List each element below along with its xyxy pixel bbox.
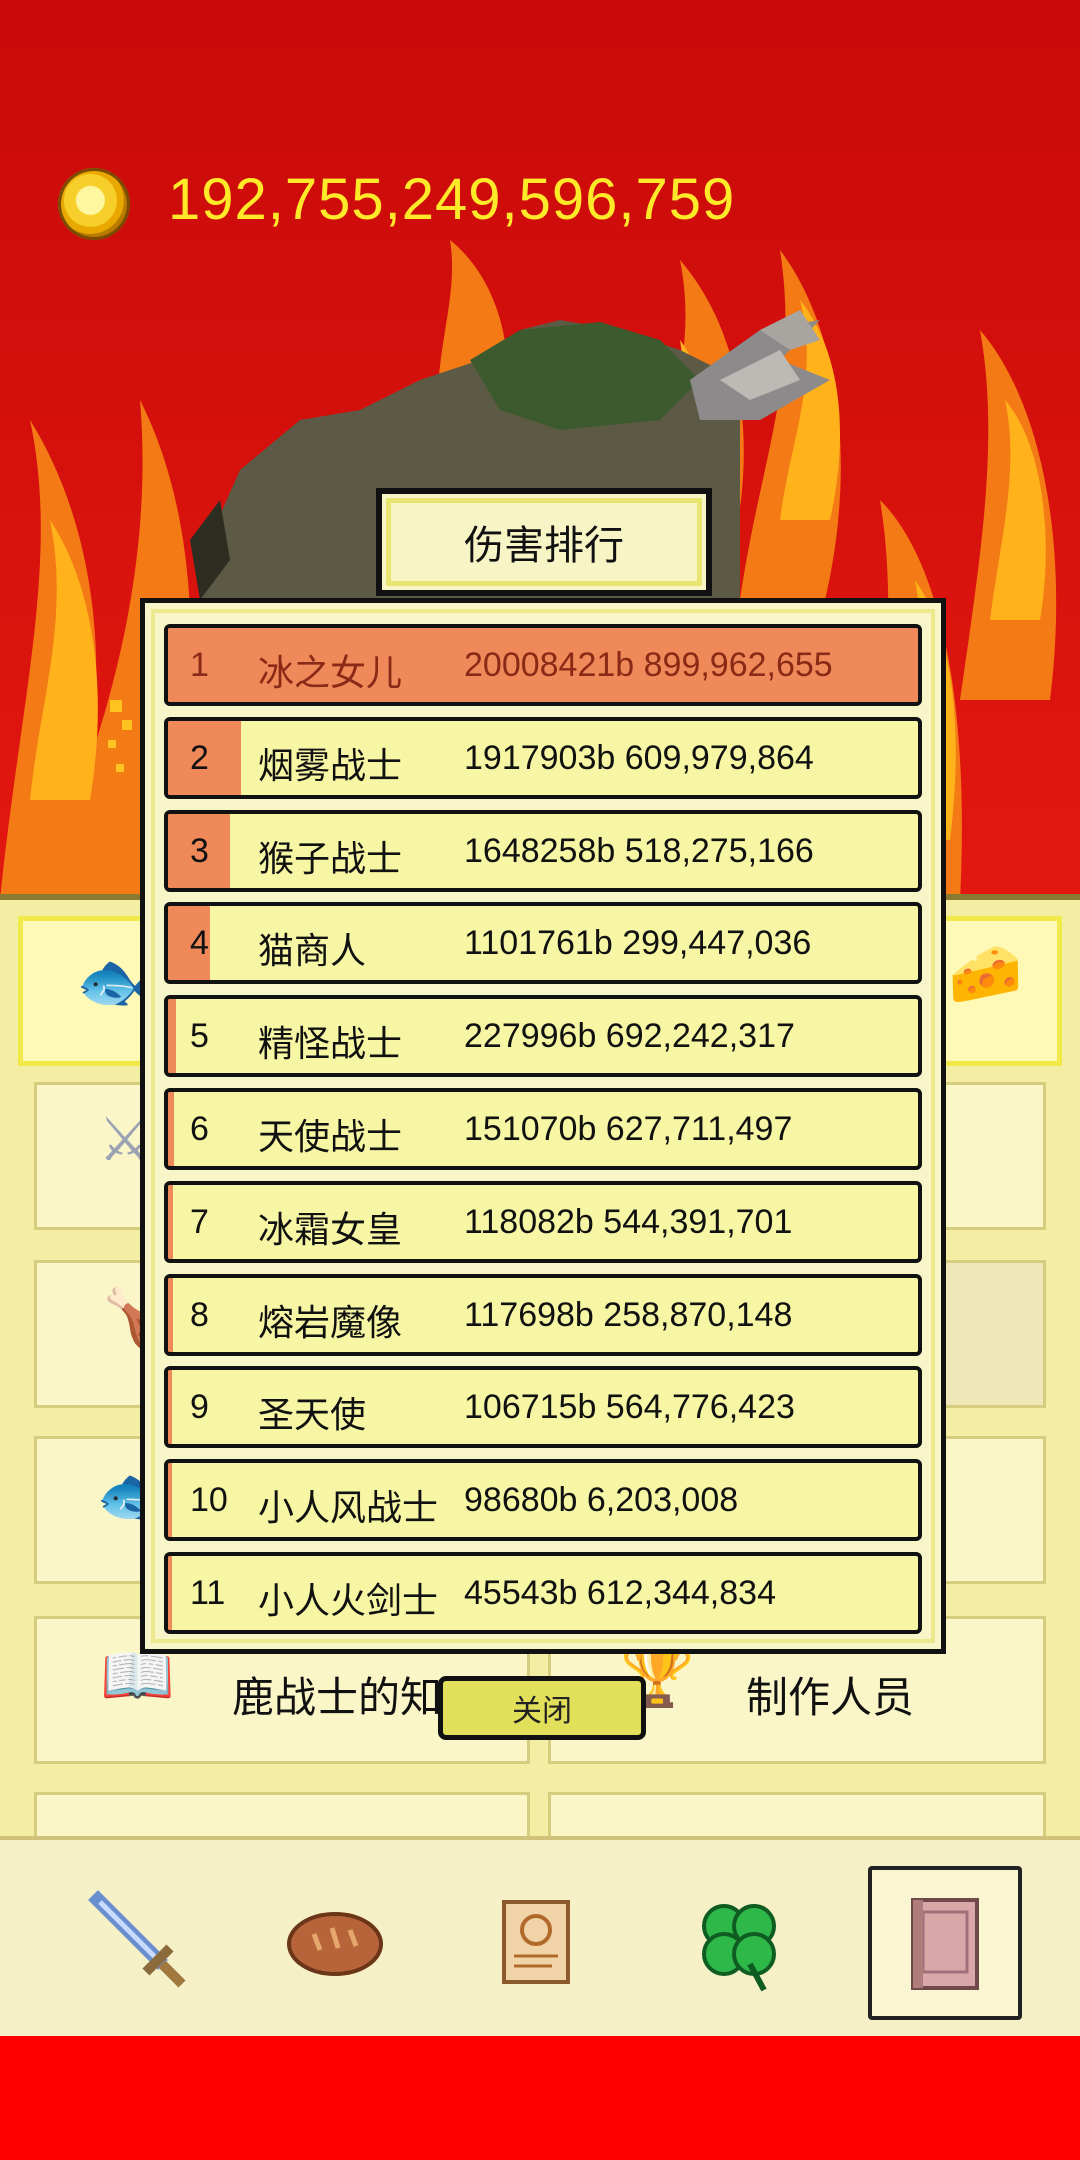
hero-name: 天使战士 — [258, 1117, 403, 1158]
damage-value: 1101761b 299,447,036 — [464, 924, 812, 962]
damage-share-bar — [168, 1092, 174, 1166]
hero-name: 猫商人 — [258, 931, 367, 972]
damage-value: 98680b 6,203,008 — [464, 1481, 739, 1519]
rank-number: 4 — [190, 924, 209, 962]
rank-number: 1 — [190, 646, 209, 684]
tab-book[interactable] — [868, 1866, 1022, 2020]
tab-clover[interactable] — [664, 1866, 814, 2016]
rank-number: 7 — [190, 1203, 209, 1241]
damage-share-bar — [168, 999, 176, 1073]
dialog-title-box: 伤害排行 — [376, 488, 712, 596]
dialog-title: 伤害排行 — [464, 523, 624, 569]
rank-number: 8 — [190, 1296, 209, 1334]
hero-name: 小人风战士 — [258, 1488, 439, 1529]
hero-name: 圣天使 — [258, 1395, 367, 1436]
damage-value: 118082b 544,391,701 — [464, 1203, 793, 1241]
ranking-row: 4 猫商人 1101761b 299,447,036 — [164, 902, 922, 984]
book-icon — [911, 1898, 979, 1990]
rank-number: 3 — [190, 832, 209, 870]
scroll-icon — [502, 1900, 570, 1984]
damage-value: 1917903b 609,979,864 — [464, 739, 814, 777]
bottom-red-strip — [0, 2036, 1080, 2160]
close-button[interactable]: 关闭 — [438, 1676, 646, 1740]
tab-bread[interactable] — [260, 1866, 410, 2016]
ranking-row: 7 冰霜女皇 118082b 544,391,701 — [164, 1181, 922, 1263]
close-button-label: 关闭 — [512, 1694, 572, 1729]
ranking-row: 11 小人火剑士 45543b 612,344,834 — [164, 1552, 922, 1634]
ranking-row: 3 猴子战士 1648258b 518,275,166 — [164, 810, 922, 892]
ranking-row: 2 烟雾战士 1917903b 609,979,864 — [164, 717, 922, 799]
damage-share-bar — [168, 1463, 172, 1537]
clover-icon — [702, 1904, 776, 1992]
tab-sword[interactable] — [64, 1866, 214, 2016]
ranking-row: 10 小人风战士 98680b 6,203,008 — [164, 1459, 922, 1541]
damage-value: 227996b 692,242,317 — [464, 1017, 795, 1055]
bread-icon — [287, 1912, 383, 1976]
credits-label: 制作人员 — [746, 1673, 915, 1722]
damage-value: 117698b 258,870,148 — [464, 1296, 793, 1334]
rank-number: 11 — [190, 1574, 226, 1612]
sword-icon — [88, 1890, 186, 1988]
damage-value: 45543b 612,344,834 — [464, 1574, 776, 1612]
damage-share-bar — [168, 1556, 172, 1630]
damage-value: 106715b 564,776,423 — [464, 1388, 795, 1426]
ranking-row: 8 熔岩魔像 117698b 258,870,148 — [164, 1274, 922, 1356]
hero-name: 熔岩魔像 — [258, 1303, 403, 1344]
hero-name: 小人火剑士 — [258, 1581, 439, 1622]
hero-name: 烟雾战士 — [258, 746, 403, 787]
gold-coin-icon — [58, 168, 130, 240]
hero-name: 猴子战士 — [258, 839, 403, 880]
hero-name: 冰霜女皇 — [258, 1210, 403, 1251]
rank-number: 10 — [190, 1481, 228, 1519]
ranking-row: 9 圣天使 106715b 564,776,423 — [164, 1366, 922, 1448]
coin-amount: 192,755,249,596,759 — [168, 167, 736, 232]
rank-number: 9 — [190, 1388, 209, 1426]
damage-value: 20008421b 899,962,655 — [464, 646, 833, 684]
ranking-row: 5 精怪战士 227996b 692,242,317 — [164, 995, 922, 1077]
ranking-row: 1 冰之女儿 20008421b 899,962,655 — [164, 624, 922, 706]
hero-name: 冰之女儿 — [258, 653, 403, 694]
hero-name: 精怪战士 — [258, 1024, 403, 1065]
damage-share-bar — [168, 1278, 173, 1352]
rank-number: 5 — [190, 1017, 209, 1055]
rank-number: 6 — [190, 1110, 209, 1148]
damage-share-bar — [168, 1370, 172, 1444]
bottom-tab-bar — [0, 1836, 1080, 2040]
rank-number: 2 — [190, 739, 209, 777]
ranking-row: 6 天使战士 151070b 627,711,497 — [164, 1088, 922, 1170]
damage-share-bar — [168, 1185, 173, 1259]
cheese-icon: 🧀 — [948, 939, 1023, 1009]
tab-scroll[interactable] — [462, 1866, 612, 2016]
open-book-icon: 📖 — [100, 1641, 175, 1711]
damage-value: 151070b 627,711,497 — [464, 1110, 793, 1148]
damage-value: 1648258b 518,275,166 — [464, 832, 814, 870]
